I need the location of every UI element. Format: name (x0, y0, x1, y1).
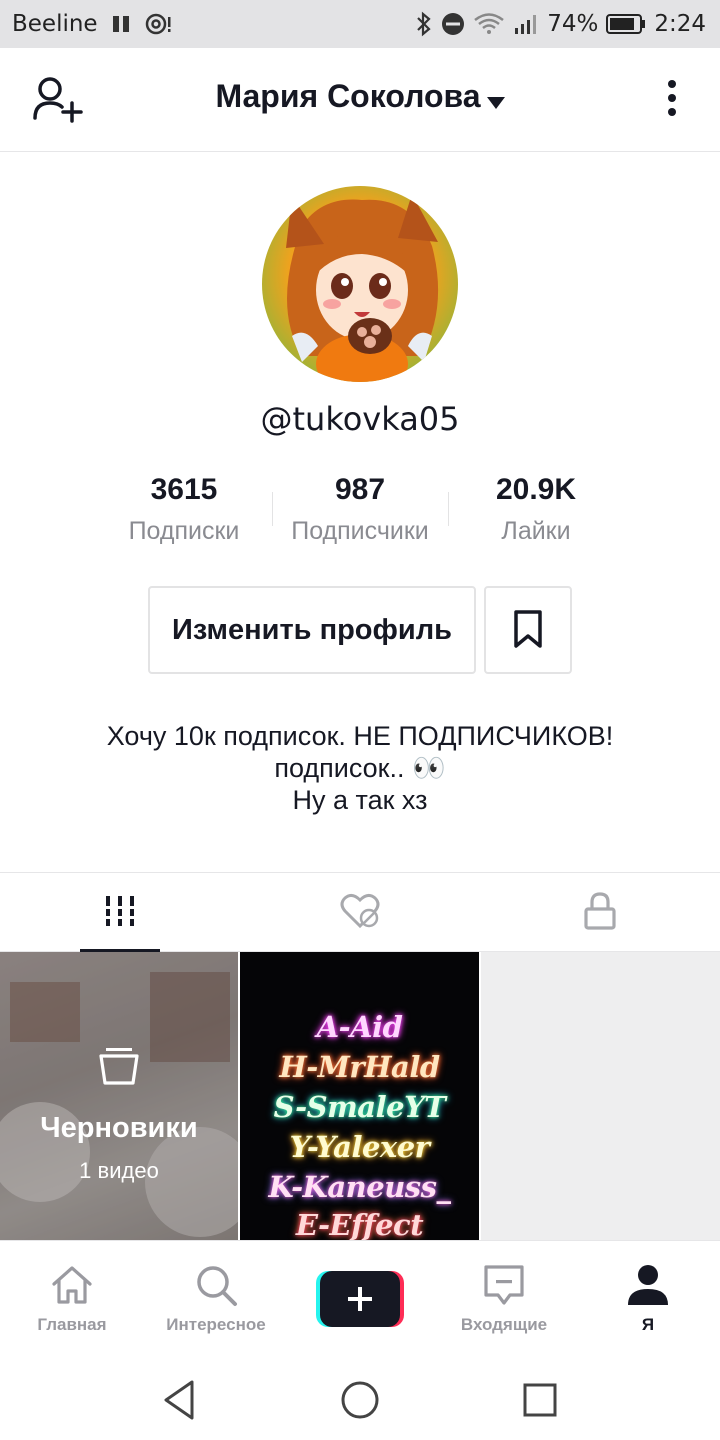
system-navigation-bar (0, 1360, 720, 1440)
video-text-line: A-Aid (316, 1010, 403, 1044)
more-options-icon[interactable] (662, 78, 682, 122)
account-switcher[interactable]: Мария Соколова (0, 78, 720, 117)
following-count: 3615 (150, 473, 218, 506)
videos-grid-icon (103, 894, 137, 933)
bio-line: Ну а так хз (292, 785, 428, 815)
likes-stat[interactable]: 20.9K Лайки (448, 472, 624, 546)
likes-count: 20.9K (495, 473, 577, 506)
profile-bio: Хочу 10к подписок. НЕ ПОДПИСЧИКОВ! подпи… (40, 720, 680, 816)
home-icon (50, 1263, 94, 1307)
drafts-icon (98, 1046, 140, 1086)
nav-discover[interactable]: Интересное (144, 1241, 288, 1361)
do-not-disturb-icon (441, 12, 465, 36)
signal-pause-icon (110, 13, 132, 35)
video-text-line: E-Effect (295, 1208, 424, 1240)
nav-discover-label: Интересное (166, 1315, 266, 1334)
video-tile[interactable] (481, 952, 720, 1240)
liked-private-icon (339, 892, 381, 935)
avatar[interactable] (262, 186, 458, 382)
content-tabs (0, 872, 720, 953)
video-text-line: H-MrHald (279, 1050, 440, 1084)
lock-icon (583, 891, 617, 936)
edit-profile-button[interactable]: Изменить профиль (148, 586, 476, 674)
wifi-icon (473, 12, 505, 36)
followers-count: 987 (334, 473, 386, 506)
create-button[interactable] (316, 1271, 404, 1327)
recent-apps-icon[interactable] (518, 1378, 562, 1422)
cell-signal-icon (513, 12, 539, 36)
favorites-button[interactable] (484, 586, 572, 674)
nav-home-label: Главная (37, 1315, 107, 1334)
battery-percent: 74% (547, 11, 599, 37)
followers-stat[interactable]: 987 Подписчики (272, 472, 448, 546)
bio-line: Хочу 10к подписок. НЕ ПОДПИСЧИКОВ! (106, 721, 614, 751)
nav-me-label: Я (641, 1315, 655, 1334)
nav-home[interactable]: Главная (0, 1241, 144, 1361)
drafts-tile[interactable]: Черновики 1 видео (0, 952, 238, 1240)
bluetooth-icon (415, 11, 433, 37)
nav-inbox[interactable]: Входящие (432, 1241, 576, 1361)
page-title: Мария Соколова (215, 78, 481, 114)
battery-icon (606, 13, 646, 35)
video-text-line: S-SmaleYT (273, 1090, 446, 1124)
inbox-icon (482, 1263, 526, 1307)
chevron-down-icon (486, 80, 505, 117)
tab-liked[interactable] (240, 873, 480, 953)
username: @tukovka05 (260, 400, 460, 438)
profile-header: Мария Соколова (0, 48, 720, 152)
drafts-title: Черновики (40, 1112, 198, 1144)
back-icon[interactable] (158, 1378, 202, 1422)
carrier-name: Beeline (12, 11, 98, 37)
home-circle-icon[interactable] (338, 1378, 382, 1422)
video-text-line: Y-Yalexer (289, 1130, 430, 1164)
video-text-line: K-Kaneuss_ (268, 1170, 451, 1204)
bookmark-icon (512, 609, 544, 652)
create-plus-icon (316, 1271, 404, 1327)
profile-icon (626, 1263, 670, 1307)
bio-line: подписок.. 👀 (274, 753, 446, 783)
following-label: Подписки (128, 517, 240, 545)
profile-stats: 3615 Подписки 987 Подписчики 20.9K Лайки (96, 472, 624, 552)
likes-label: Лайки (501, 517, 571, 545)
nav-me[interactable]: Я (576, 1241, 720, 1361)
tab-videos[interactable] (0, 873, 240, 953)
bottom-navigation: Главная Интересное Входящие Я (0, 1240, 720, 1360)
video-grid: Черновики 1 видео A-Aid H-MrHald S-Smale… (0, 952, 720, 1240)
drafts-count: 1 видео (79, 1158, 159, 1183)
followers-label: Подписчики (291, 517, 429, 545)
nav-inbox-label: Входящие (460, 1315, 548, 1334)
following-stat[interactable]: 3615 Подписки (96, 472, 272, 546)
video-tile[interactable]: A-Aid H-MrHald S-SmaleYT Y-Yalexer K-Kan… (240, 952, 479, 1240)
hotspot-icon (144, 11, 174, 37)
search-icon (194, 1263, 238, 1307)
tab-private[interactable] (480, 873, 720, 953)
status-bar: Beeline 74% 2:24 (0, 0, 720, 48)
clock-time: 2:24 (654, 11, 706, 37)
